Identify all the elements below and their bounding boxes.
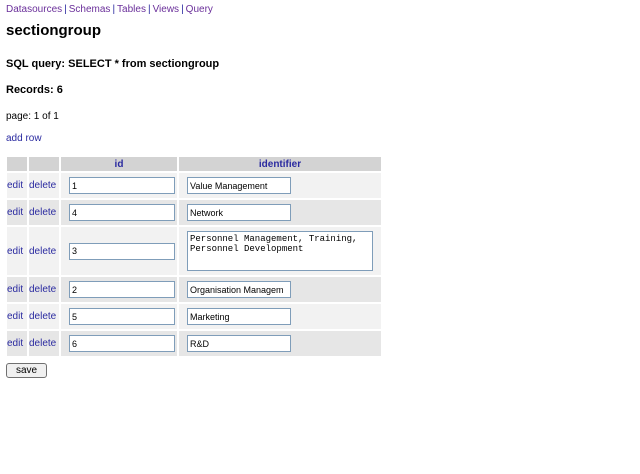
edit-link[interactable]: edit [7,180,23,191]
nav-link-views[interactable]: Views [153,4,180,15]
id-cell [61,304,177,329]
id-input[interactable] [69,281,175,298]
edit-cell: edit [7,304,27,329]
add-row-link[interactable]: add row [6,133,42,144]
nav-separator: | [64,4,67,15]
records-table: id identifier edit delete edit delete ed… [5,155,383,358]
delete-cell: delete [29,200,59,225]
table-header-row: id identifier [7,157,381,171]
id-input[interactable] [69,177,175,194]
identifier-input[interactable] [187,308,291,325]
identifier-cell [179,173,381,198]
header-edit-col [7,157,27,171]
identifier-input[interactable] [187,177,291,194]
nav-link-schemas[interactable]: Schemas [69,4,111,15]
nav-link-query[interactable]: Query [186,4,213,15]
save-button[interactable]: save [6,363,48,378]
identifier-input[interactable] [187,204,291,221]
nav-link-tables[interactable]: Tables [117,4,146,15]
edit-cell: edit [7,173,27,198]
id-input[interactable] [69,335,175,352]
identifier-input[interactable] [187,281,291,298]
header-id: id [61,157,177,171]
identifier-cell [179,304,381,329]
identifier-cell: Personnel Management, Training, Personne… [179,227,381,275]
pagination-label: page: 1 of 1 [6,111,59,122]
delete-cell: delete [29,277,59,302]
table-row: edit delete [7,277,381,302]
id-cell [61,277,177,302]
delete-link[interactable]: delete [29,180,56,191]
edit-cell: edit [7,277,27,302]
page-title: sectiongroup [6,22,102,39]
identifier-cell [179,331,381,356]
header-delete-col [29,157,59,171]
delete-cell: delete [29,173,59,198]
delete-link[interactable]: delete [29,338,56,349]
table-row: edit delete Personnel Management, Traini… [7,227,381,275]
edit-link[interactable]: edit [7,207,23,218]
identifier-textarea[interactable]: Personnel Management, Training, Personne… [187,231,373,271]
nav-link-datasources[interactable]: Datasources [6,4,62,15]
identifier-cell [179,277,381,302]
breadcrumb-nav: Datasources | Schemas | Tables | Views | Query [6,4,213,15]
table-row: edit delete [7,200,381,225]
id-cell [61,227,177,275]
id-input[interactable] [69,204,175,221]
edit-cell: edit [7,200,27,225]
id-input[interactable] [69,242,175,260]
delete-link[interactable]: delete [29,246,56,257]
id-cell [61,200,177,225]
edit-link[interactable]: edit [7,246,23,257]
table-row: edit delete [7,173,381,198]
delete-cell: delete [29,227,59,275]
delete-cell: delete [29,331,59,356]
edit-link[interactable]: edit [7,284,23,295]
edit-cell: edit [7,227,27,275]
records-count: Records: 6 [6,84,63,96]
identifier-input[interactable] [187,335,291,352]
nav-separator: | [147,4,151,15]
table-row: edit delete [7,304,381,329]
header-identifier: identifier [179,157,381,171]
edit-cell: edit [7,331,27,356]
delete-cell: delete [29,304,59,329]
delete-link[interactable]: delete [29,311,56,322]
edit-link[interactable]: edit [7,338,23,349]
sql-query-label: SQL query: SELECT * from sectiongroup [6,58,220,70]
id-cell [61,331,177,356]
identifier-cell [179,200,381,225]
delete-link[interactable]: delete [29,207,56,218]
id-cell [61,173,177,198]
id-input[interactable] [69,308,175,325]
edit-link[interactable]: edit [7,311,23,322]
delete-link[interactable]: delete [29,284,56,295]
table-row: edit delete [7,331,381,356]
nav-separator: | [181,4,184,15]
